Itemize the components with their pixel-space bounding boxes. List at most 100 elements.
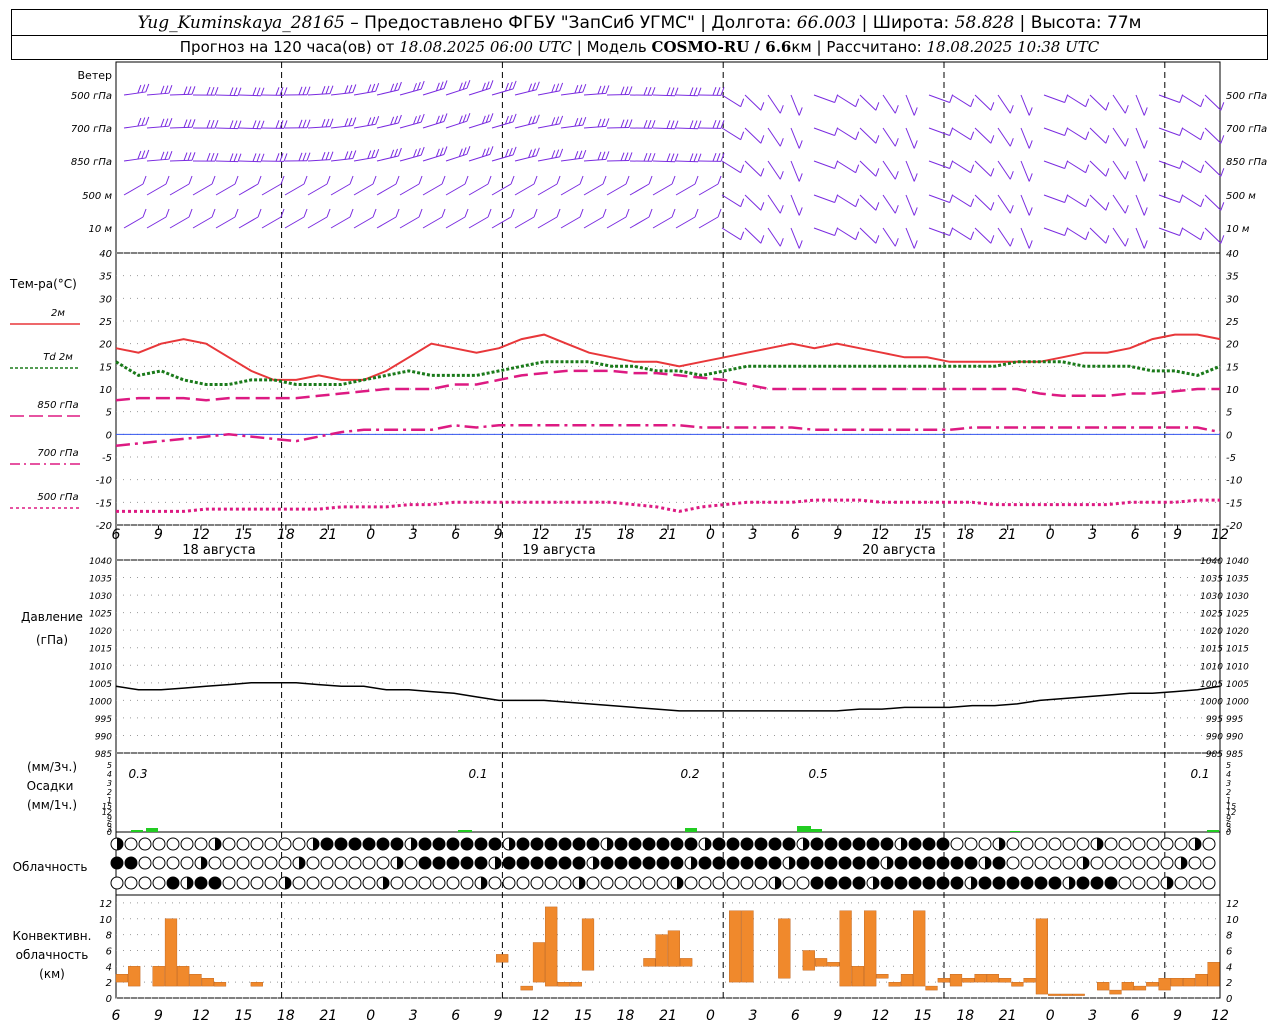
wind-barb: [146, 216, 167, 229]
cloud-cover-symbol: [838, 837, 852, 851]
wind-barb: [307, 126, 330, 129]
cloud-cover-symbol: [1034, 876, 1048, 890]
cloud-cover-symbol: [516, 856, 530, 870]
wind-barb-feather: [206, 86, 211, 96]
cloud-cover-symbol: [1188, 876, 1202, 890]
wind-barb-feather: [694, 175, 699, 185]
wind-barb-feather: [740, 131, 745, 140]
cloud-cover-symbol: [460, 837, 474, 851]
wind-barb: [146, 92, 169, 96]
wind-barb-feather: [1085, 198, 1090, 207]
wind-barb-feather: [990, 168, 995, 177]
wind-barb: [790, 194, 800, 216]
wind-barb: [514, 155, 537, 162]
wind-barb-feather: [252, 153, 257, 162]
cloud-cover-symbol: [726, 837, 740, 851]
cloud-cover-symbol: [1076, 876, 1090, 890]
cloud-cover-symbol: [474, 856, 488, 870]
wind-barb-feather: [298, 152, 303, 161]
wind-barb: [928, 194, 950, 203]
cloud-cover-symbol: [740, 876, 754, 890]
conv-bar: [152, 966, 165, 987]
wind-barb: [1066, 160, 1086, 174]
wind-barb-feather: [582, 149, 587, 159]
wind-barb-feather: [582, 116, 587, 126]
wind-barb-feather: [191, 119, 196, 128]
wind-barb: [1020, 127, 1030, 149]
cloud-cover-symbol: [1090, 876, 1104, 890]
wind-barb-feather: [211, 208, 216, 218]
wind-barb-feather: [535, 114, 540, 123]
cloud-cover-symbol: [194, 837, 208, 851]
wind-barb: [445, 216, 466, 229]
wind-barb: [284, 216, 305, 229]
cloud-cover-half: [705, 838, 711, 850]
cloud-cover-symbol: [558, 856, 572, 870]
cloud-cover-symbol: [166, 837, 180, 851]
wind-barb-feather: [875, 202, 880, 211]
wind-barb: [859, 194, 877, 211]
wind-barb-feather: [666, 120, 671, 129]
cloud-cover-symbol: [334, 876, 348, 890]
wind-barb: [468, 120, 491, 129]
cloud-cover-symbol: [810, 876, 824, 890]
wind-barb: [1204, 194, 1222, 211]
wind-barb-feather: [970, 164, 975, 173]
wind-level-label: 500 гПа: [71, 91, 112, 102]
wind-barb: [123, 157, 146, 162]
cloud-cover-symbol: [824, 876, 838, 890]
wind-barb-feather: [395, 175, 400, 185]
cloud-cover-symbol: [292, 837, 306, 851]
wind-barb-feather: [716, 87, 721, 96]
cloud-cover-symbol: [712, 876, 726, 890]
wind-barb-feather: [716, 153, 721, 162]
wind-barb-feather: [418, 175, 423, 185]
wind-barb-feather: [628, 119, 633, 128]
wind-barb: [606, 216, 627, 229]
wind-barb-feather: [142, 208, 147, 218]
conv-bar: [1133, 985, 1147, 991]
wind-barb: [974, 160, 992, 177]
cloud-cover-symbol: [684, 837, 698, 851]
wind-barb-feather: [647, 153, 652, 162]
cloud-cover-symbol: [1048, 856, 1062, 870]
cloud-cover-symbol: [824, 837, 838, 851]
cloud-cover-symbol: [124, 837, 138, 851]
wind-barb-feather: [620, 86, 625, 95]
wind-barb-feather: [397, 114, 402, 124]
wind-barb-feather: [990, 102, 995, 111]
wind-barb: [445, 87, 468, 96]
pressure-tick-left-outer: 1025: [89, 610, 112, 620]
cloud-cover-symbol: [936, 856, 950, 870]
time-tick-label-bottom: 3: [1088, 1008, 1097, 1024]
wind-barb-feather: [551, 84, 556, 93]
cloud-cover-half: [509, 838, 515, 850]
wind-barb-feather: [344, 85, 349, 94]
wind-level-label-right: 500 гПа: [1226, 91, 1267, 102]
pressure-tick-left-outer: 1040: [89, 557, 112, 567]
wind-barb-feather: [1124, 171, 1129, 180]
wind-barb-feather: [798, 107, 803, 116]
wind-barb: [767, 194, 781, 214]
wind-barb-feather: [1143, 173, 1148, 182]
pressure-tick-left-outer: 1000: [89, 697, 112, 707]
cloud-cover-symbol: [992, 876, 1006, 890]
cloud-cover-symbol: [782, 837, 796, 851]
wind-barb: [468, 153, 491, 162]
wind-barb-feather: [712, 153, 717, 162]
wind-barb: [376, 89, 399, 96]
wind-barb-feather: [798, 173, 803, 182]
cloud-cover-half: [117, 838, 123, 850]
temp-tick-right: -15: [1226, 498, 1242, 509]
wind-barb-feather: [651, 87, 656, 96]
wind-barb: [790, 227, 800, 249]
wind-barb-feather: [855, 198, 860, 207]
cloud-cover-symbol: [236, 856, 250, 870]
cloud-cover-symbol: [194, 876, 208, 890]
wind-barb: [146, 158, 169, 162]
cloud-cover-symbol: [1146, 837, 1160, 851]
wind-barb-feather: [466, 80, 471, 89]
wind-barb-feather: [760, 135, 765, 144]
precip-tick-right: 4: [1226, 770, 1231, 779]
wind-barb: [606, 159, 630, 162]
